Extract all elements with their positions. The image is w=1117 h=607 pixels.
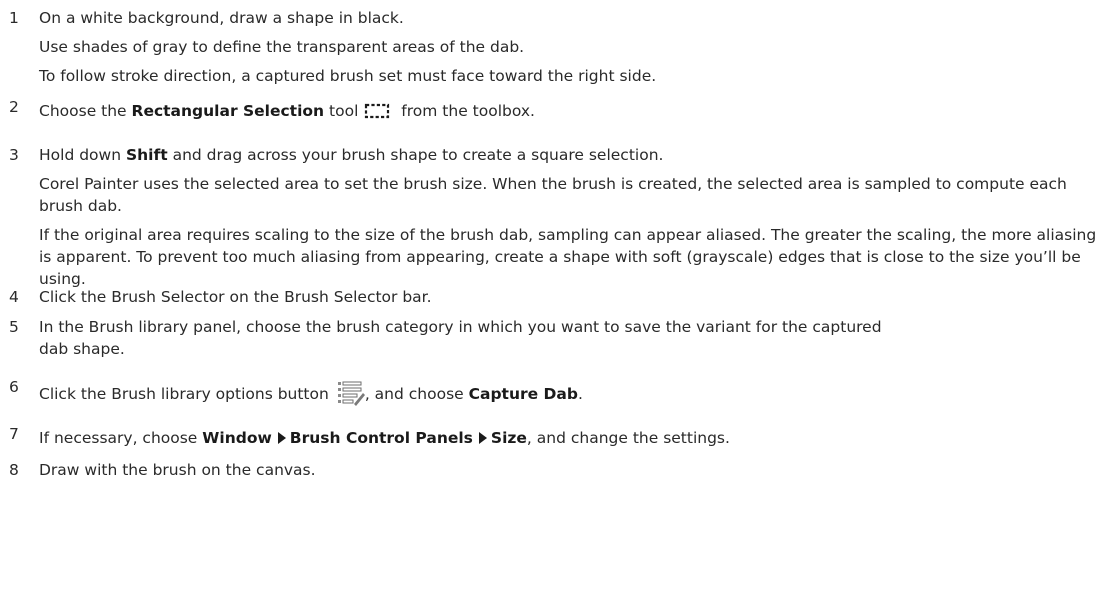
step-note: To follow stroke direction, a captured b… (39, 67, 657, 85)
step-text: In the Brush library panel, choose the b… (39, 318, 882, 358)
step-text: Click the Brush library options button ,… (39, 380, 583, 406)
step-text: If necessary, choose Window Brush Control… (39, 429, 730, 447)
tool-name: Rectangular Selection (131, 102, 325, 120)
step-text: Draw with the brush on the canvas. (39, 461, 316, 479)
menu-arrow-icon (478, 432, 487, 444)
menu-path-item: Window (202, 429, 272, 447)
step-note: Corel Painter uses the selected area to … (39, 175, 1067, 215)
step-text: Choose the Rectangular Selection tool fr… (39, 102, 535, 120)
step-number: 5 (9, 318, 19, 336)
menu-path-item: Size (490, 429, 527, 447)
step-number: 4 (9, 288, 19, 306)
step-note: Use shades of gray to define the transpa… (39, 38, 525, 56)
step-number: 2 (9, 98, 19, 116)
instruction-document: 1 On a white background, draw a shape in… (0, 0, 1117, 607)
brush-library-options-icon (337, 381, 365, 406)
step-number: 7 (9, 425, 19, 443)
step-text: Hold down Shift and drag across your bru… (39, 146, 664, 164)
step-number: 3 (9, 146, 19, 164)
command-name: Capture Dab (468, 385, 578, 403)
menu-arrow-icon (277, 432, 286, 444)
step-text: On a white background, draw a shape in b… (39, 9, 404, 27)
step-note: If the original area requires scaling to… (39, 226, 1097, 288)
step-text: Click the Brush Selector on the Brush Se… (39, 288, 432, 306)
menu-path-item: Brush Control Panels (289, 429, 473, 447)
step-number: 1 (9, 9, 19, 27)
step-number: 8 (9, 461, 19, 479)
step-number: 6 (9, 378, 19, 396)
key-name: Shift (125, 146, 168, 164)
rectangular-selection-icon (365, 103, 390, 119)
